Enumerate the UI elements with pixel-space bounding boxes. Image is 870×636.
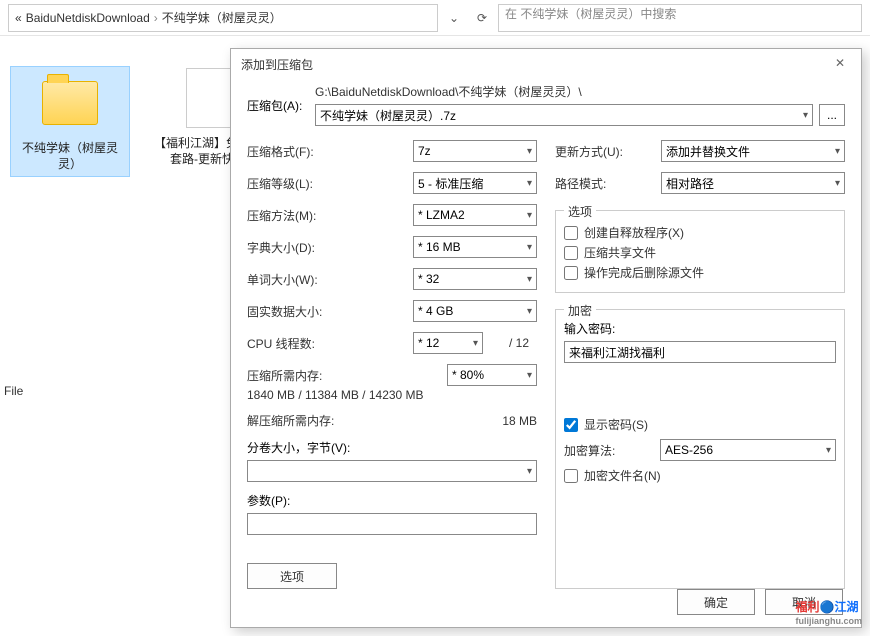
chevron-right-icon: › [154, 11, 158, 25]
cpu-label: CPU 线程数: [247, 335, 407, 352]
text-file-icon [186, 68, 234, 128]
watermark: 福利🔵江湖 fulijianghu.com [796, 595, 863, 626]
sfx-checkbox[interactable]: 创建自释放程序(X) [564, 224, 836, 241]
bc-seg1[interactable]: BaiduNetdiskDownload [26, 11, 150, 25]
mem-detail: 1840 MB / 11384 MB / 14230 MB [247, 388, 537, 402]
update-label: 更新方式(U): [555, 143, 655, 160]
file-label: 不纯学妹（树屋灵灵） [15, 141, 125, 172]
file-item-folder[interactable]: 不纯学妹（树屋灵灵） [10, 66, 130, 177]
ok-button[interactable]: 确定 [677, 589, 755, 615]
pathmode-label: 路径模式: [555, 175, 655, 192]
mem-select[interactable]: * 80% [447, 364, 537, 386]
mem-label: 压缩所需内存: [247, 367, 441, 384]
add-to-archive-dialog: 添加到压缩包 ✕ 压缩包(A): G:\BaiduNetdiskDownload… [230, 48, 862, 628]
options-group: 选项 创建自释放程序(X) 压缩共享文件 操作完成后删除源文件 [555, 210, 845, 293]
method-label: 压缩方法(M): [247, 207, 407, 224]
format-label: 压缩格式(F): [247, 143, 407, 160]
password-input[interactable]: 来福利江湖找福利 [564, 341, 836, 363]
folder-icon [42, 81, 98, 125]
options-group-title: 选项 [564, 203, 596, 220]
pathmode-select[interactable]: 相对路径 [661, 172, 845, 194]
dict-select[interactable]: * 16 MB [413, 236, 537, 258]
show-password-checkbox[interactable]: 显示密码(S) [564, 416, 836, 433]
options-button[interactable]: 选项 [247, 563, 337, 589]
close-icon[interactable]: ✕ [835, 56, 851, 72]
bc-prefix: « [15, 11, 22, 25]
refresh-icon[interactable]: ⟳ [470, 6, 494, 30]
params-input[interactable] [247, 513, 537, 535]
dialog-title: 添加到压缩包 [241, 56, 313, 73]
solid-select[interactable]: * 4 GB [413, 300, 537, 322]
browse-button[interactable]: ... [819, 104, 845, 126]
word-select[interactable]: * 32 [413, 268, 537, 290]
level-label: 压缩等级(L): [247, 175, 407, 192]
format-select[interactable]: 7z [413, 140, 537, 162]
split-label: 分卷大小，字节(V): [247, 439, 537, 456]
encryption-group-title: 加密 [564, 302, 596, 319]
dict-label: 字典大小(D): [247, 239, 407, 256]
decomp-label: 解压缩所需内存: [247, 412, 471, 429]
method-select[interactable]: * LZMA2 [413, 204, 537, 226]
archive-path: G:\BaiduNetdiskDownload\不纯学妹（树屋灵灵）\ [315, 83, 845, 100]
algo-label: 加密算法: [564, 442, 654, 459]
solid-label: 固实数据大小: [247, 303, 407, 320]
archive-label: 压缩包(A): [247, 83, 307, 114]
history-dropdown-icon[interactable]: ⌄ [442, 6, 466, 30]
password-label: 输入密码: [564, 320, 836, 337]
encrypt-names-checkbox[interactable]: 加密文件名(N) [564, 467, 836, 484]
bc-seg2[interactable]: 不纯学妹（树屋灵灵） [162, 9, 282, 26]
share-checkbox[interactable]: 压缩共享文件 [564, 244, 836, 261]
algo-select[interactable]: AES-256 [660, 439, 836, 461]
level-select[interactable]: 5 - 标准压缩 [413, 172, 537, 194]
sidebar-label: File [0, 380, 27, 402]
breadcrumb[interactable]: « BaiduNetdiskDownload › 不纯学妹（树屋灵灵） [8, 4, 438, 32]
update-select[interactable]: 添加并替换文件 [661, 140, 845, 162]
cpu-select[interactable]: * 12 [413, 332, 483, 354]
archive-name-select[interactable]: 不纯学妹（树屋灵灵）.7z [315, 104, 813, 126]
cpu-total: / 12 [489, 336, 529, 350]
params-label: 参数(P): [247, 492, 537, 509]
search-input[interactable]: 在 不纯学妹（树屋灵灵）中搜索 [498, 4, 862, 32]
word-label: 单词大小(W): [247, 271, 407, 288]
delete-after-checkbox[interactable]: 操作完成后删除源文件 [564, 264, 836, 281]
decomp-value: 18 MB [477, 414, 537, 428]
split-select[interactable] [247, 460, 537, 482]
encryption-group: 加密 输入密码: 来福利江湖找福利 显示密码(S) 加密算法:AES-256 加… [555, 309, 845, 589]
